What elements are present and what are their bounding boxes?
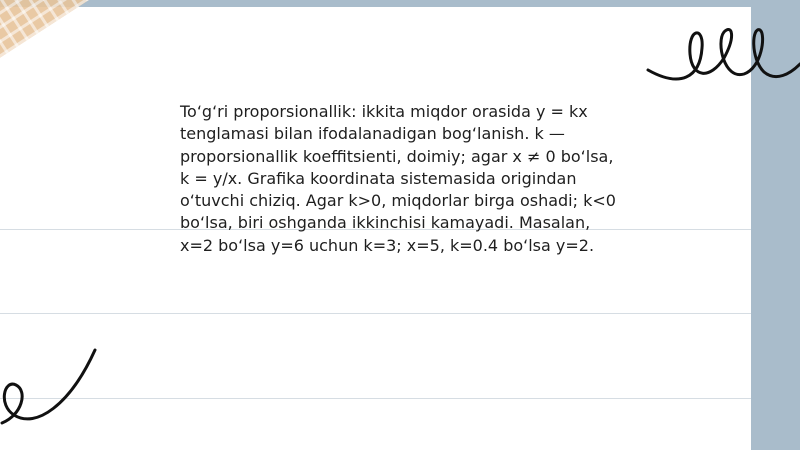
- loop-scribble-icon: [0, 348, 97, 425]
- note-line: k = y/x. Grafika koordinata sistemasida …: [180, 168, 577, 188]
- note-line: x=2 bo‘lsa y=6 uchun k=3; x=5, k=0.4 bo‘…: [180, 235, 595, 255]
- note-body-text: To‘g‘ri proporsionallik: ikkita miqdor o…: [180, 101, 620, 257]
- ruled-line: [0, 313, 751, 314]
- loop-scribble-icon: [646, 28, 800, 81]
- note-line: bo‘lsa, biri oshganda ikkinchisi kamayad…: [180, 213, 591, 233]
- note-line: tenglamasi bilan ifodalanadigan bog‘lani…: [180, 124, 565, 144]
- note-line: o‘tuvchi chiziq. Agar k>0, miqdorlar bir…: [180, 191, 616, 211]
- note-line: proporsionallik koeffitsienti, doimiy; a…: [180, 146, 614, 166]
- note-line: To‘g‘ri proporsionallik: ikkita miqdor o…: [180, 102, 588, 121]
- ruled-line: [0, 398, 751, 399]
